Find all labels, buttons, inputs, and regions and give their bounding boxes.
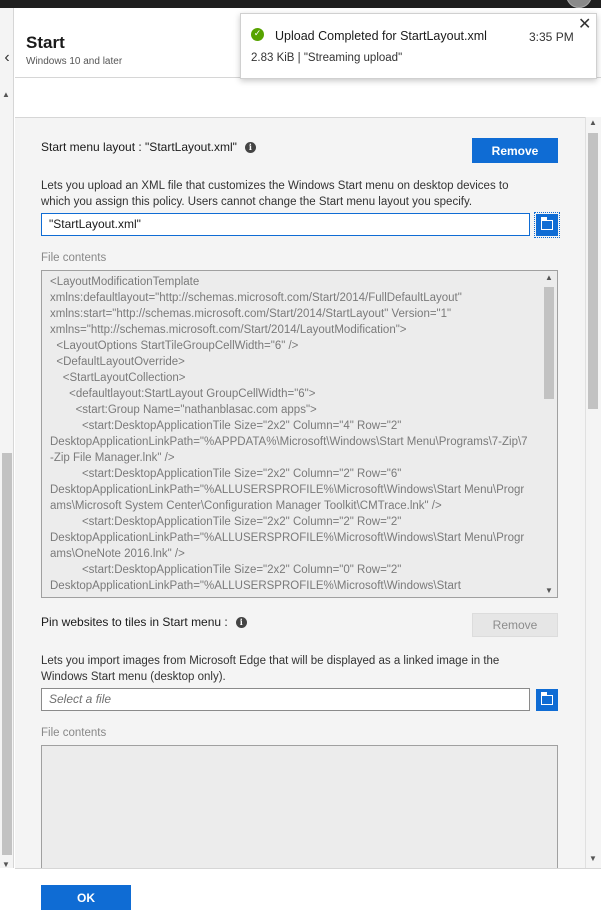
- blade-content: Start menu layout : "StartLayout.xml" i R…: [15, 117, 585, 868]
- scroll-down-arrow-icon[interactable]: ▼: [545, 586, 553, 595]
- previous-blade-strip: ‹ ▲ ▼: [0, 8, 14, 869]
- portal-top-bar: [0, 0, 601, 8]
- start-layout-label: Start menu layout : "StartLayout.xml": [41, 140, 237, 154]
- notification-detail: 2.83 KiB | "Streaming upload": [251, 52, 403, 64]
- ok-button[interactable]: OK: [41, 885, 131, 910]
- pin-websites-description: Lets you import images from Microsoft Ed…: [41, 655, 500, 683]
- start-layout-label-row: Start menu layout : "StartLayout.xml" i: [41, 140, 256, 154]
- file-contents-scrollbar-thumb[interactable]: [544, 287, 554, 399]
- pin-websites-file-input[interactable]: Select a file: [41, 688, 530, 711]
- info-icon[interactable]: i: [235, 617, 247, 629]
- start-layout-file-contents[interactable]: <LayoutModificationTemplate xmlns:defaul…: [41, 270, 558, 598]
- pin-websites-label: Pin websites to tiles in Start menu :: [41, 615, 228, 629]
- scroll-down-arrow-icon[interactable]: ▼: [2, 860, 10, 869]
- start-layout-description: Lets you upload an XML file that customi…: [41, 180, 509, 208]
- start-layout-file-contents-label: File contents: [41, 252, 107, 264]
- page-title: Start: [26, 33, 65, 52]
- info-icon[interactable]: i: [244, 142, 256, 154]
- avatar[interactable]: [566, 0, 592, 8]
- close-icon[interactable]: ✕: [578, 14, 591, 34]
- notification-title: Upload Completed for StartLayout.xml: [275, 29, 487, 43]
- scroll-up-arrow-icon[interactable]: ▲: [589, 118, 597, 127]
- start-layout-file-input[interactable]: "StartLayout.xml": [41, 213, 530, 236]
- blade-scrollbar[interactable]: ▲ ▼: [585, 117, 601, 868]
- pin-websites-file-contents-label: File contents: [41, 727, 107, 739]
- scroll-up-arrow-icon[interactable]: ▲: [2, 90, 10, 99]
- file-contents-scrollbar[interactable]: ▲ ▼: [541, 271, 557, 597]
- notification-time: 3:35 PM: [529, 30, 574, 44]
- pin-websites-label-row: Pin websites to tiles in Start menu : i: [41, 615, 247, 629]
- page-subtitle: Windows 10 and later: [26, 56, 123, 67]
- blade-scrollbar-thumb[interactable]: [588, 133, 598, 409]
- folder-icon: [540, 692, 553, 705]
- pin-websites-browse-button[interactable]: [536, 689, 558, 711]
- folder-icon: [540, 217, 553, 230]
- pin-websites-file-contents[interactable]: [41, 745, 558, 868]
- check-circle-icon: ✓: [251, 28, 264, 41]
- pin-websites-remove-button[interactable]: Remove: [472, 613, 558, 637]
- scroll-up-arrow-icon[interactable]: ▲: [545, 273, 553, 282]
- chevron-left-icon[interactable]: ‹: [0, 44, 14, 72]
- left-scrollbar-thumb[interactable]: [2, 453, 12, 855]
- start-layout-browse-button[interactable]: [534, 212, 560, 238]
- file-contents-text: <LayoutModificationTemplate xmlns:defaul…: [50, 276, 528, 592]
- start-layout-remove-button[interactable]: Remove: [472, 138, 558, 163]
- blade-footer: OK: [15, 868, 601, 923]
- upload-notification[interactable]: ✓ Upload Completed for StartLayout.xml 3…: [240, 13, 597, 79]
- scroll-down-arrow-icon[interactable]: ▼: [589, 854, 597, 863]
